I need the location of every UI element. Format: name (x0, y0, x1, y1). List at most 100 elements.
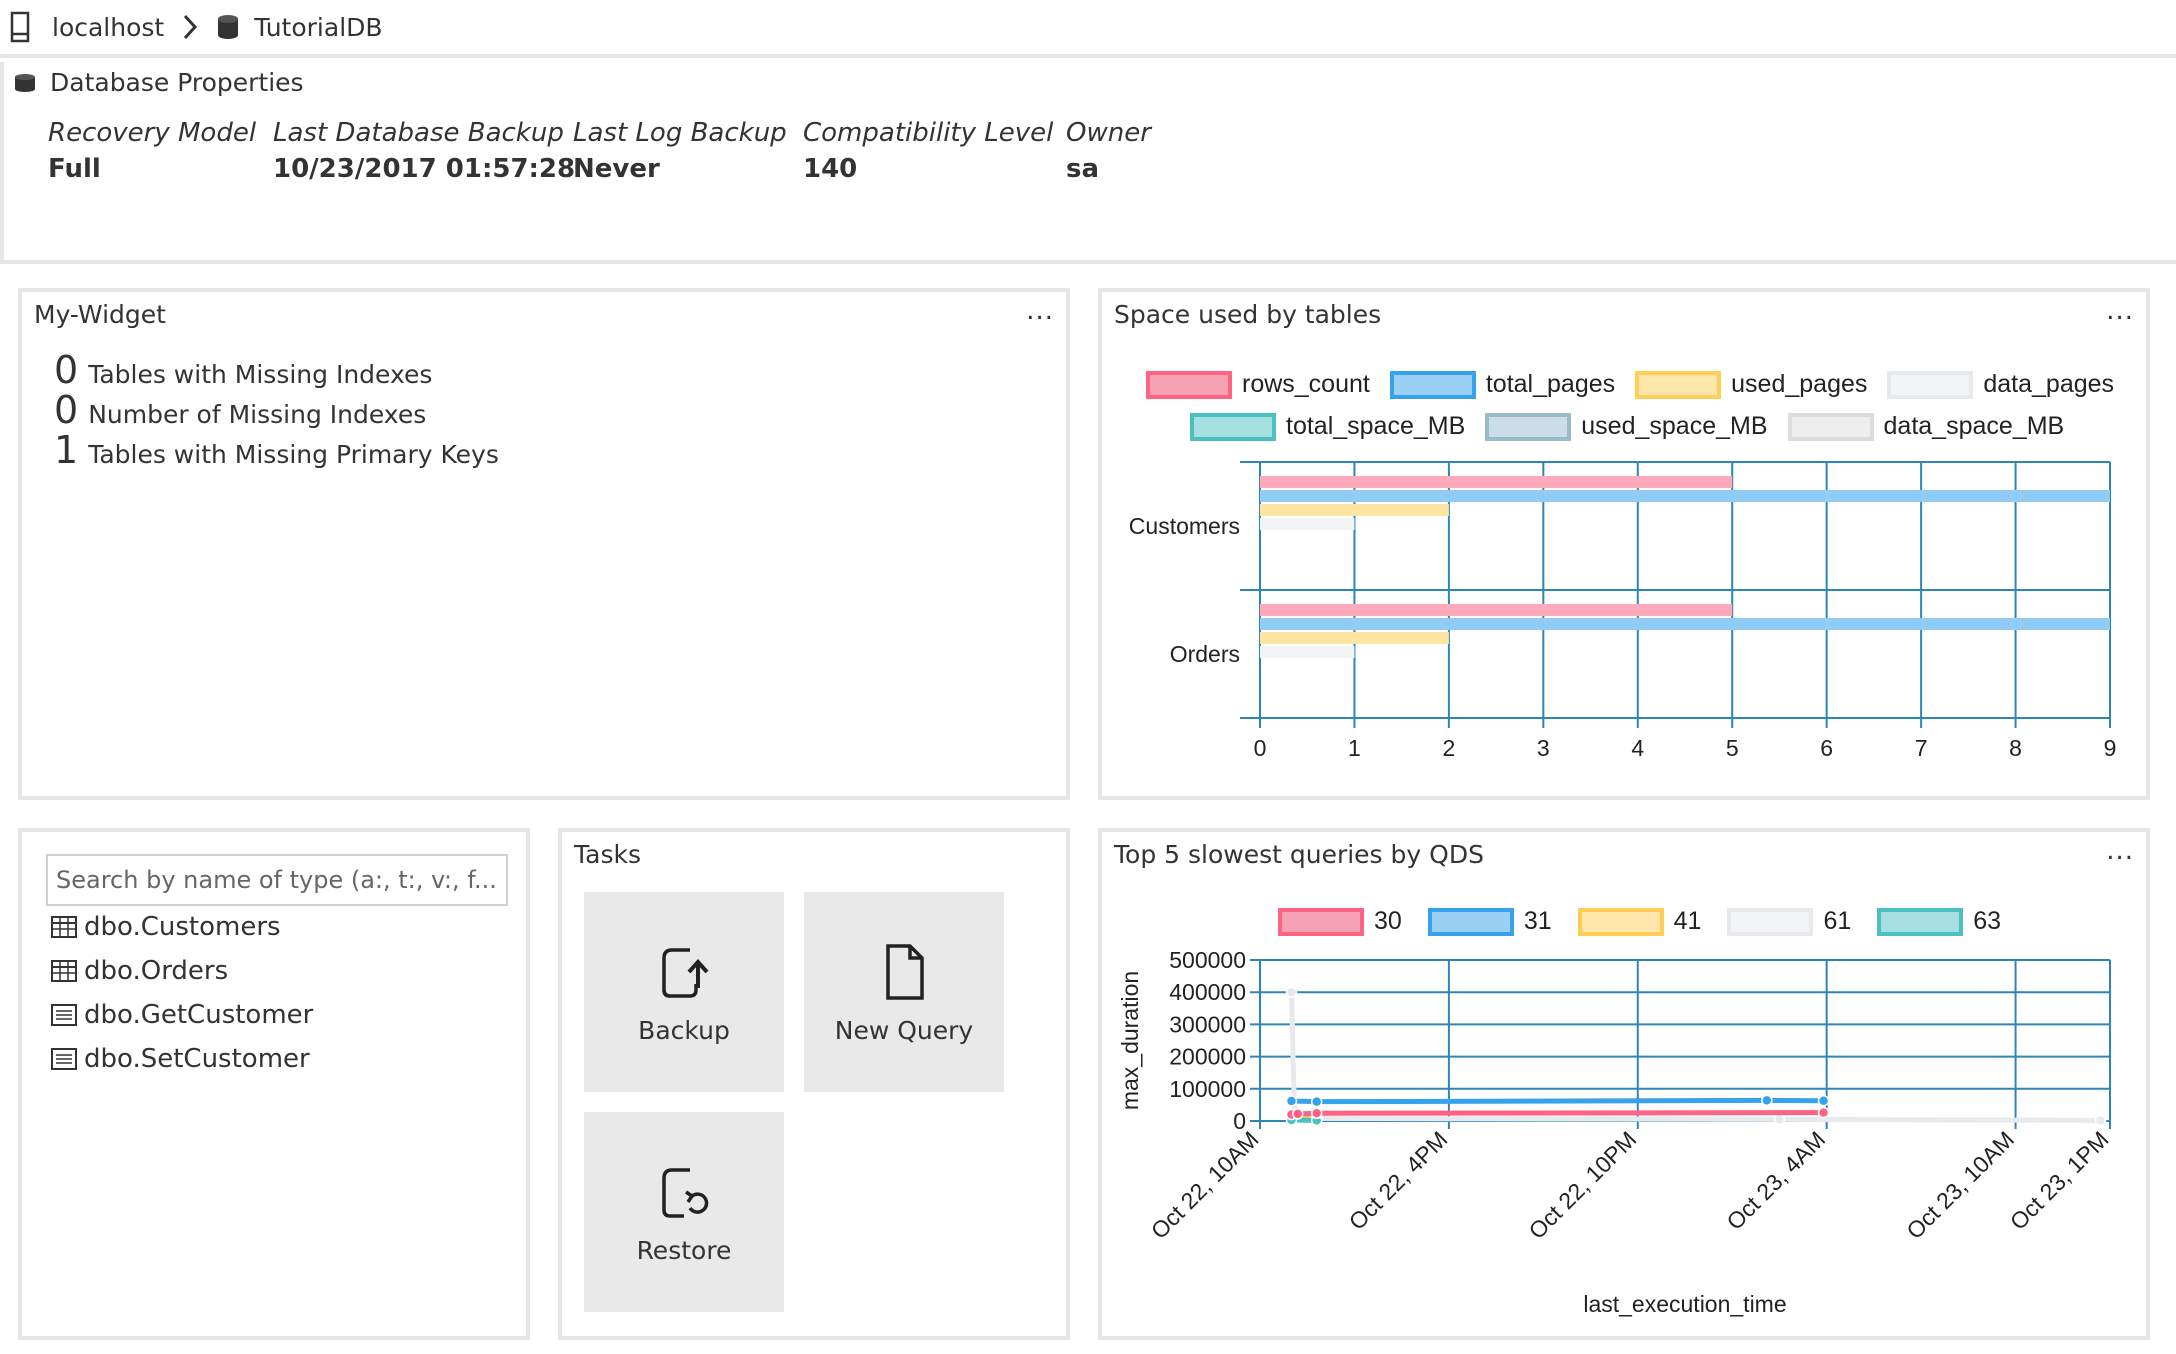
metric-missing-indexes: 0 Number of Missing Indexes (54, 388, 426, 432)
backup-button[interactable]: Backup (584, 892, 784, 1092)
slowest-queries-chart: 0100000200000300000400000500000Oct 22, 1… (1117, 947, 2114, 1317)
x-tick-label: Oct 22, 10AM (1146, 1126, 1264, 1244)
restore-label: Restore (636, 1235, 732, 1265)
metric-label: Tables with Missing Primary Keys (88, 440, 499, 469)
stored-procedure-icon (51, 1048, 77, 1070)
my-widget: My-Widget ... 0 Tables with Missing Inde… (18, 288, 1070, 800)
property-value: 10/23/2017 01:57:28 (273, 154, 576, 184)
new-query-label: New Query (834, 1015, 974, 1045)
bar (1260, 518, 1355, 530)
list-item-label: dbo.Customers (84, 912, 281, 942)
data-point (2094, 1114, 2107, 1127)
list-item[interactable]: dbo.SetCustomer (50, 1044, 310, 1074)
tasks-widget: Tasks Backup New Query Restore (558, 828, 1070, 1340)
bar (1260, 604, 1733, 616)
y-tick-label: 200000 (1169, 1044, 1246, 1070)
list-item-label: dbo.GetCustomer (84, 1000, 314, 1030)
metric-tables-missing-indexes: 0 Tables with Missing Indexes (54, 348, 432, 392)
property-label: Compatibility Level (803, 118, 1054, 148)
my-widget-title: My-Widget (34, 300, 166, 329)
chevron-right-icon (184, 14, 198, 40)
x-tick-label: 7 (1915, 735, 1928, 761)
bar (1260, 632, 1449, 644)
x-tick-label: 8 (2009, 735, 2022, 761)
list-item-label: dbo.Orders (84, 956, 229, 986)
property-recovery-model: Recovery Model Full (48, 118, 256, 184)
new-query-button[interactable]: New Query (804, 892, 1004, 1092)
space-used-widget: Space used by tables ... rows_count tota… (1098, 288, 2150, 800)
property-owner: Owner sa (1066, 118, 1151, 184)
breadcrumb-server[interactable]: localhost (10, 11, 164, 43)
list-item[interactable]: dbo.GetCustomer (50, 1000, 313, 1030)
metric-count: 0 (54, 348, 79, 392)
bar (1260, 476, 1733, 488)
data-point (1285, 986, 1298, 998)
space-used-chart: 0 1 2 3 4 5 6 7 8 9 Customers Orders (1129, 461, 2117, 761)
x-tick-label: Oct 23, 1PM (2005, 1126, 2114, 1235)
list-item[interactable]: dbo.Orders (50, 956, 228, 986)
y-tick-label: 500000 (1169, 947, 1246, 973)
bar (1260, 504, 1449, 516)
breadcrumb: localhost TutorialDB (0, 0, 2176, 58)
metric-count: 0 (54, 388, 79, 432)
metric-count: 1 (54, 428, 79, 472)
my-widget-menu-button[interactable]: ... (1026, 296, 1054, 326)
x-tick-label: 1 (1348, 735, 1361, 761)
y-axis-label: max_duration (1117, 971, 1143, 1110)
bar (1260, 490, 2110, 502)
x-tick-label: Oct 22, 10PM (1523, 1126, 1641, 1244)
slowest-queries-widget: Top 5 slowest queries by QDS ... 30 31 4… (1098, 828, 2150, 1340)
data-point (1285, 1095, 1298, 1107)
data-point (1817, 1094, 1830, 1107)
y-tick-label: 300000 (1169, 1011, 1246, 1037)
y-tick-label: Customers (1129, 513, 1240, 539)
metric-label: Tables with Missing Indexes (88, 360, 433, 389)
restore-button[interactable]: Restore (584, 1112, 784, 1312)
x-tick-label: 5 (1726, 735, 1739, 761)
explorer-widget: dbo.Customers dbo.Orders dbo.GetCustomer… (18, 828, 530, 1340)
metric-label: Number of Missing Indexes (88, 400, 427, 429)
list-item-label: dbo.SetCustomer (84, 1044, 310, 1074)
series-line (1291, 1110, 1824, 1118)
property-last-log-backup: Last Log Backup Never (573, 118, 787, 184)
data-point (1310, 1095, 1323, 1108)
tasks-title: Tasks (574, 840, 641, 869)
server-name: localhost (52, 12, 165, 42)
data-point (1817, 1106, 1830, 1119)
series-line (1291, 1097, 1824, 1105)
property-value: Never (573, 154, 660, 184)
table-icon (51, 916, 77, 938)
x-tick-label: Oct 23, 4AM (1721, 1126, 1830, 1235)
data-point (1773, 1113, 1786, 1126)
x-tick-label: 6 (1820, 735, 1833, 761)
bar (1260, 646, 1355, 658)
y-tick-label: 400000 (1169, 979, 1246, 1005)
backup-label: Backup (638, 1015, 730, 1045)
database-icon (15, 73, 35, 92)
x-tick-label: 9 (2104, 735, 2117, 761)
data-point (1310, 1107, 1323, 1120)
property-value: 140 (803, 154, 858, 184)
search-input[interactable] (46, 854, 508, 906)
stored-procedure-icon (51, 1004, 77, 1026)
database-properties-panel: Database Properties Recovery Model Full … (0, 62, 2176, 264)
property-label: Recovery Model (48, 118, 257, 148)
property-label: Owner (1066, 118, 1151, 148)
metric-missing-primary-keys: 1 Tables with Missing Primary Keys (54, 428, 499, 472)
breadcrumb-database[interactable]: TutorialDB (216, 12, 383, 42)
x-tick-label: 4 (1631, 735, 1644, 761)
property-compatibility-level: Compatibility Level 140 (803, 118, 1053, 184)
x-tick-label: 2 (1442, 735, 1455, 761)
database-properties-title: Database Properties (50, 68, 304, 97)
database-name: TutorialDB (254, 12, 383, 42)
property-value: Full (48, 154, 101, 184)
table-icon (51, 960, 77, 982)
bar (1260, 618, 2110, 630)
property-label: Last Log Backup (573, 118, 787, 148)
list-item[interactable]: dbo.Customers (50, 912, 281, 942)
server-icon (10, 11, 30, 43)
x-tick-label: 0 (1254, 735, 1267, 761)
database-properties-header: Database Properties (14, 68, 304, 97)
y-tick-label: Orders (1170, 641, 1240, 667)
data-point (1292, 1108, 1304, 1120)
